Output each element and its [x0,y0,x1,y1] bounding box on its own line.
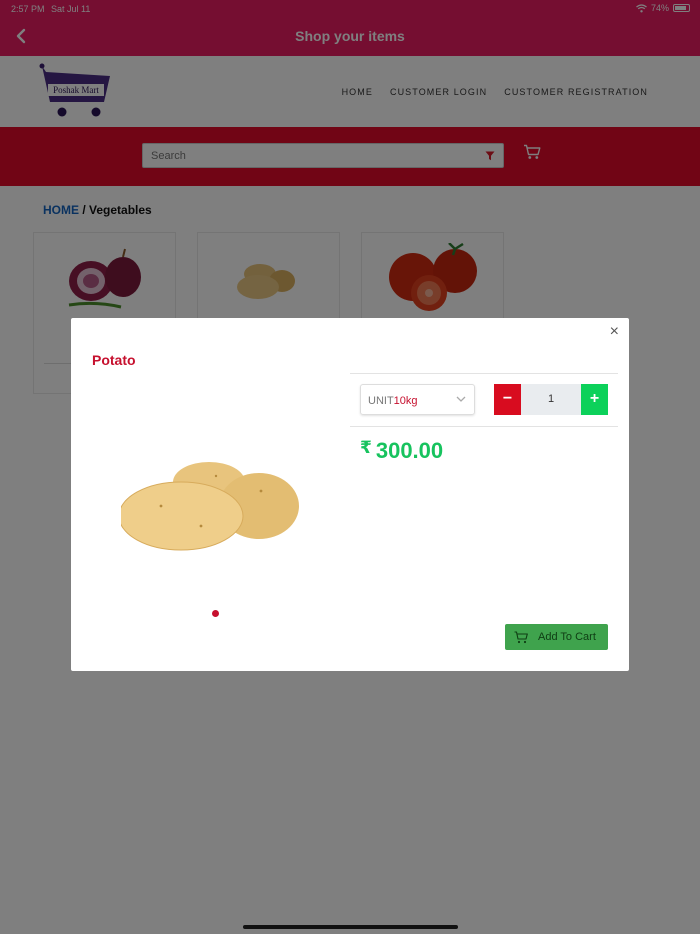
divider [350,373,618,374]
increment-button[interactable]: + [581,384,608,415]
unit-value: 10kg [393,395,418,407]
potato-image [121,462,299,551]
decrement-button[interactable]: − [494,384,521,415]
chevron-down-icon [456,396,466,402]
add-to-cart-button[interactable]: Add To Cart [505,624,608,650]
unit-label: UNIT [368,395,394,407]
divider [350,426,618,427]
cart-icon [514,630,528,643]
product-title: Potato [92,352,136,368]
unit-select[interactable]: UNIT10kg [360,384,475,415]
quantity-stepper: − 1 + [494,384,608,415]
home-indicator[interactable] [243,925,458,929]
image-carousel-dot[interactable] [212,610,219,617]
product-modal: × Potato UNIT10kg − 1 + ₹300.00 Add To C… [71,318,629,671]
close-icon[interactable]: × [610,323,619,341]
price-amount: 300.00 [375,438,444,463]
product-price: ₹300.00 [360,438,443,464]
add-to-cart-label: Add To Cart [538,631,596,643]
currency-symbol: ₹ [360,438,372,457]
quantity-value[interactable]: 1 [521,384,581,415]
